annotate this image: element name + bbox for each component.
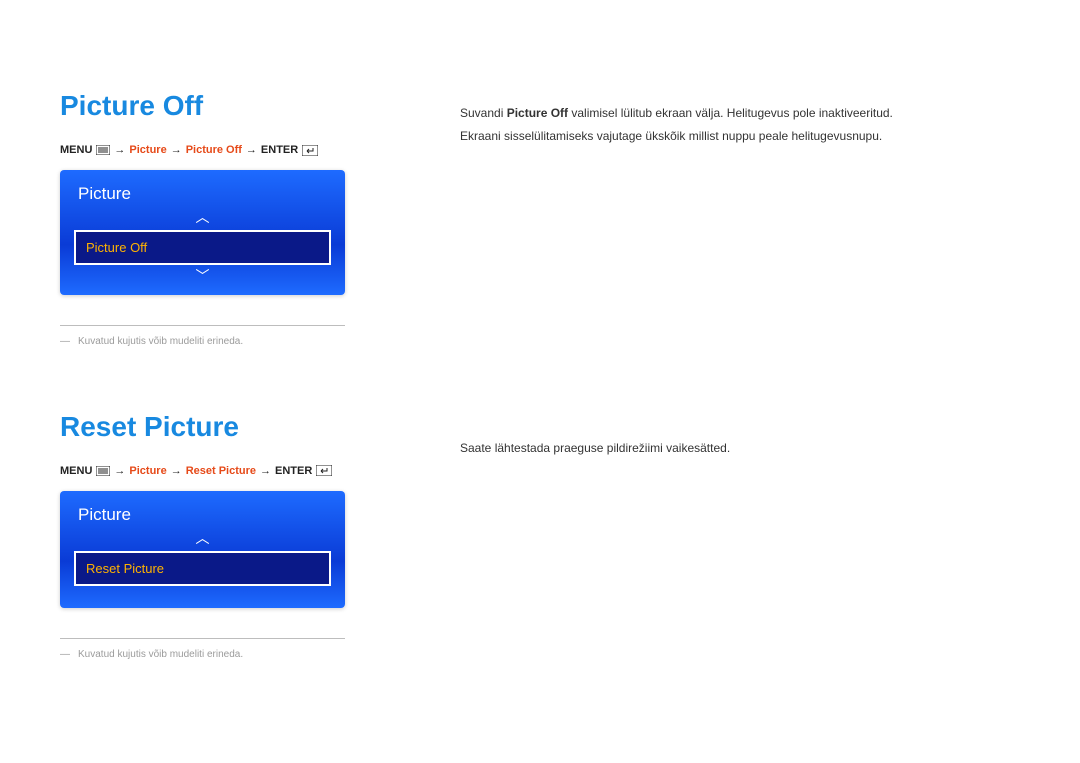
osd-selected-item[interactable]: Reset Picture	[74, 551, 331, 586]
divider	[60, 325, 345, 326]
crumb-menu: MENU	[60, 144, 92, 156]
crumb-picture: Picture	[129, 465, 166, 477]
osd-title: Picture	[60, 170, 345, 210]
osd-title: Picture	[60, 491, 345, 531]
chevron-up-icon[interactable]: ︿	[196, 210, 210, 224]
breadcrumb-picture-off: MENU → Picture → Picture Off → ENTER	[60, 144, 400, 156]
footnote-dash-icon: ―	[60, 649, 70, 660]
enter-icon	[316, 465, 332, 476]
crumb-menu: MENU	[60, 465, 92, 477]
divider	[60, 638, 345, 639]
heading-picture-off: Picture Off	[60, 90, 400, 122]
breadcrumb-arrow-icon: →	[114, 144, 125, 156]
footnote: ― Kuvatud kujutis võib mudeliti erineda.	[60, 336, 345, 347]
breadcrumb-arrow-icon: →	[114, 465, 125, 477]
body-text-picture-off: Suvandi Picture Off valimisel lülitub ek…	[460, 102, 1020, 148]
enter-icon	[302, 145, 318, 156]
menu-icon	[96, 466, 110, 476]
crumb-enter: ENTER	[261, 144, 298, 156]
body-bold: Picture Off	[507, 106, 568, 120]
breadcrumb-arrow-icon: →	[171, 465, 182, 477]
crumb-picture-off: Picture Off	[186, 144, 242, 156]
footnote: ― Kuvatud kujutis võib mudeliti erineda.	[60, 649, 345, 660]
breadcrumb-arrow-icon: →	[171, 144, 182, 156]
body-text-reset-picture: Saate lähtestada praeguse pildirežiimi v…	[460, 437, 1020, 460]
body-pre: Suvandi	[460, 106, 507, 120]
osd-panel-picture-off: Picture ︿ Picture Off ﹀	[60, 170, 345, 295]
breadcrumb-reset-picture: MENU → Picture → Reset Picture → ENTER	[60, 465, 400, 477]
chevron-down-icon[interactable]: ﹀	[196, 269, 210, 283]
menu-icon	[96, 145, 110, 155]
breadcrumb-arrow-icon: →	[246, 144, 257, 156]
footnote-text: Kuvatud kujutis võib mudeliti erineda.	[78, 649, 243, 660]
footnote-dash-icon: ―	[60, 336, 70, 347]
heading-reset-picture: Reset Picture	[60, 411, 400, 443]
crumb-picture: Picture	[129, 144, 166, 156]
crumb-enter: ENTER	[275, 465, 312, 477]
crumb-reset-picture: Reset Picture	[186, 465, 256, 477]
footnote-text: Kuvatud kujutis võib mudeliti erineda.	[78, 336, 243, 347]
body-line2: Ekraani sisselülitamiseks vajutage ükskõ…	[460, 129, 882, 143]
osd-panel-reset-picture: Picture ︿ Reset Picture	[60, 491, 345, 608]
breadcrumb-arrow-icon: →	[260, 465, 271, 477]
chevron-up-icon[interactable]: ︿	[196, 531, 210, 545]
osd-selected-item[interactable]: Picture Off	[74, 230, 331, 265]
body-post: valimisel lülitub ekraan välja. Helituge…	[568, 106, 893, 120]
